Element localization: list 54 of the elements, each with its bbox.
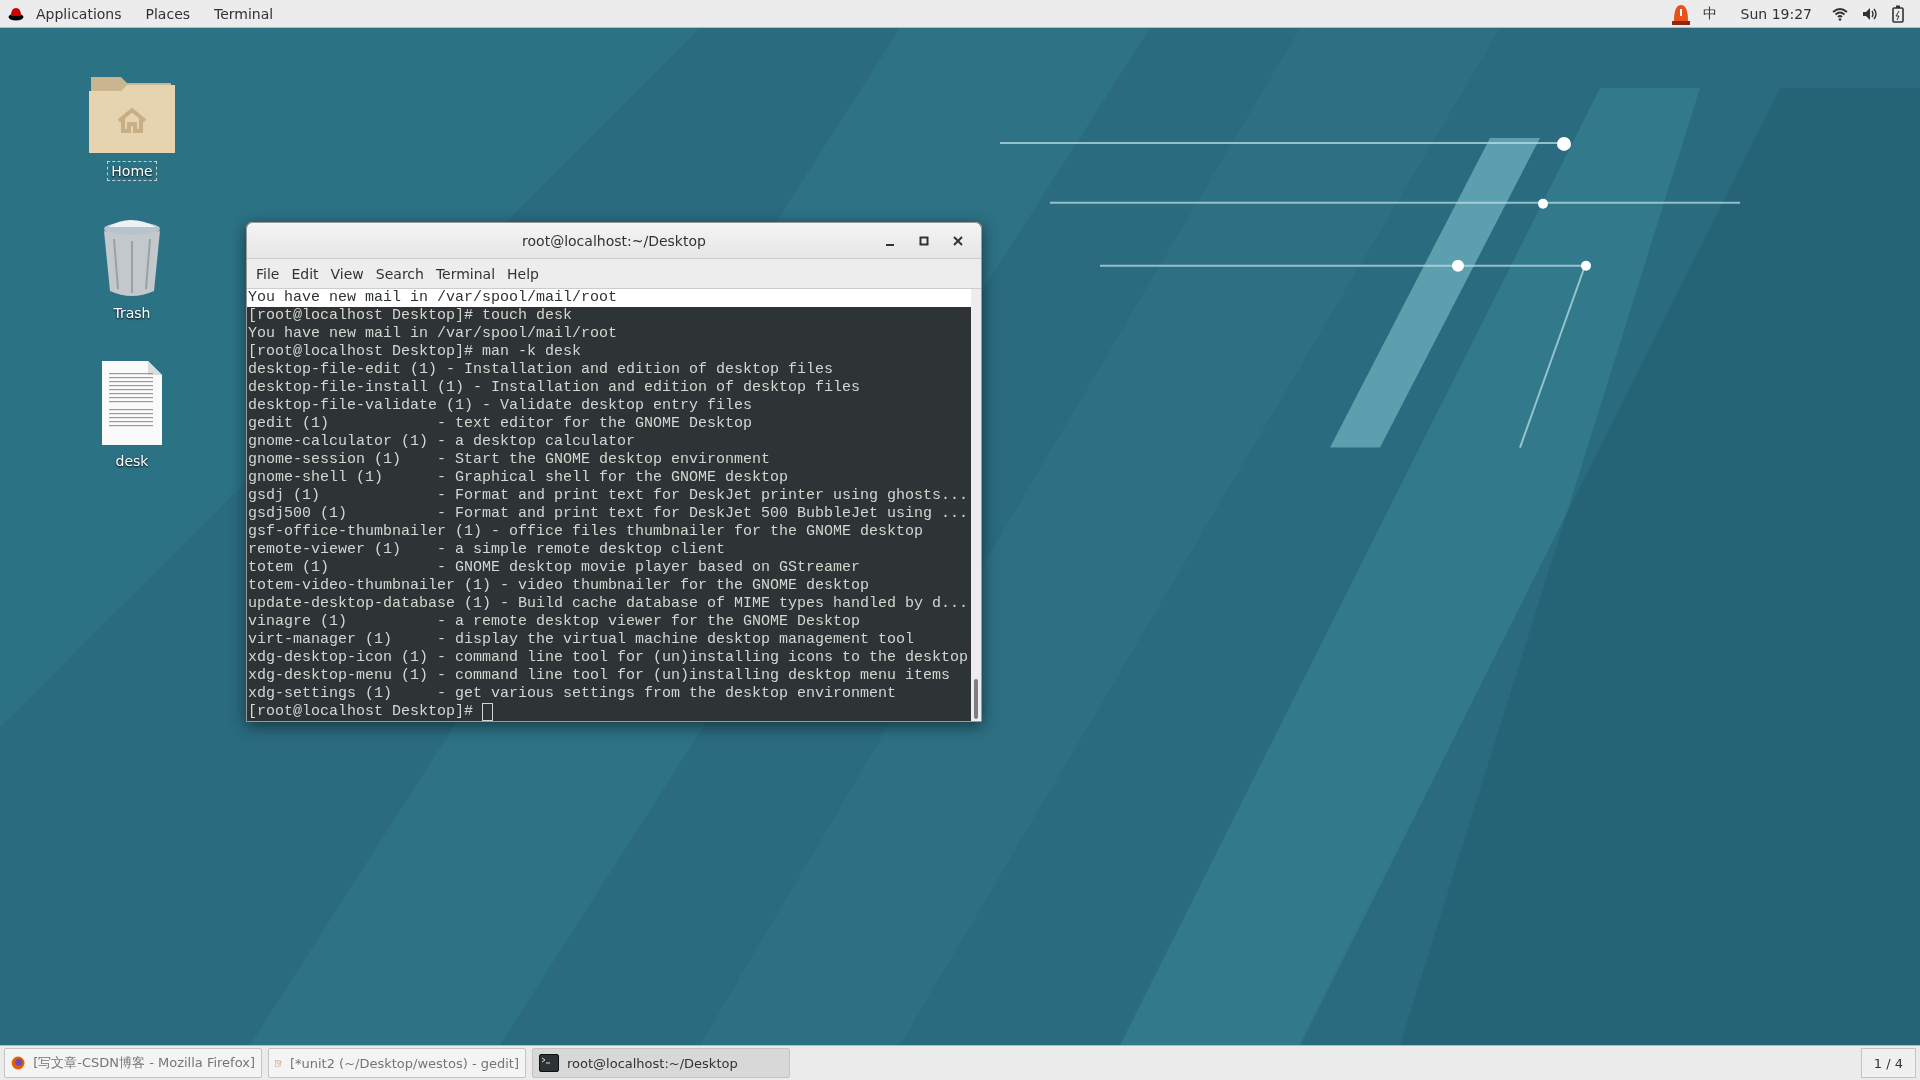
terminal-line: gsdj500 (1) - Format and print text for DeskJet 500 BubbleJet using ...: [247, 505, 970, 523]
menu-item[interactable]: View: [324, 265, 370, 282]
volume-icon[interactable]: [1862, 6, 1878, 21]
terminal-line: update-desktop-database (1) - Build cache database of MIME types handled by d...: [247, 595, 970, 613]
desktop-icon-label[interactable]: Home: [107, 161, 157, 181]
terminal-line: vinagre (1) - a remote desktop viewer for the GNOME Desktop: [247, 613, 862, 631]
taskbar-window-button[interactable]: [*unit2 (~/Desktop/westos) - gedit]: [268, 1048, 526, 1078]
terminal-line: desktop-file-validate (1) - Validate desktop entry files: [247, 397, 754, 415]
wifi-icon[interactable]: [1832, 6, 1848, 21]
desktop-icon-label[interactable]: Trash: [109, 303, 155, 323]
terminal-line: desktop-file-edit (1) - Installation and edition of desktop files: [247, 361, 835, 379]
top-menu-item[interactable]: Terminal: [202, 5, 286, 22]
terminal-line: [root@localhost Desktop]# man -k desk: [247, 343, 583, 361]
terminal-line: desktop-file-install (1) - Installation and edition of desktop files: [247, 379, 862, 397]
close-icon: [953, 235, 963, 246]
top-menu-item[interactable]: Applications: [24, 5, 134, 22]
taskbar-window-button[interactable]: root@localhost:~/Desktop: [532, 1048, 790, 1078]
hat-logo-icon: [8, 6, 24, 21]
minimize-icon: [886, 243, 894, 246]
terminal-line: xdg-desktop-icon (1) - command line tool for (un)installing icons to the desktop: [247, 649, 970, 667]
menu-item[interactable]: Terminal: [429, 265, 502, 282]
battery-icon[interactable]: [1892, 4, 1904, 23]
terminal-line: remote-viewer (1) - a simple remote desktop client: [247, 541, 727, 559]
terminal-line: xdg-settings (1) - get various settings from the desktop environment: [247, 685, 898, 703]
terminal-line: gsdj (1) - Format and print text for DeskJet printer using ghosts...: [247, 487, 970, 505]
taskbar-window-button[interactable]: [写文章-CSDN博客 - Mozilla Firefox]: [4, 1048, 262, 1078]
terminal-line: [root@localhost Desktop]# touch desk: [247, 307, 574, 325]
terminal-line: gnome-session (1) - Start the GNOME desktop environment: [247, 451, 772, 469]
workspace-indicator[interactable]: 1 / 4: [1860, 1048, 1916, 1078]
input-method-indicator[interactable]: 中: [1690, 4, 1729, 23]
terminal-prompt: [root@localhost Desktop]#: [247, 703, 474, 721]
terminal-line: virt-manager (1) - display the virtual machine desktop management tool: [247, 631, 916, 649]
menu-item[interactable]: File: [250, 265, 286, 282]
clock[interactable]: Sun 19:27: [1728, 5, 1824, 22]
terminal-line: gnome-calculator (1) - a desktop calculator: [247, 433, 637, 451]
document-icon: [102, 361, 162, 445]
scrollbar[interactable]: [971, 289, 981, 721]
terminal-icon: [539, 1054, 559, 1072]
terminal-line: gsf-office-thumbnailer (1) - office files thumbnailer for the GNOME desktop: [247, 523, 925, 541]
terminal-line: totem (1) - GNOME desktop movie player based on GStreamer: [247, 559, 862, 577]
menu-item[interactable]: Search: [369, 265, 430, 282]
terminal-line: You have new mail in /var/spool/mail/root: [247, 325, 619, 343]
maximize-icon: [919, 235, 929, 246]
top-menu-item[interactable]: Places: [133, 5, 203, 22]
window-title: root@localhost:~/Desktop: [522, 232, 706, 249]
menu-item[interactable]: Help: [501, 265, 545, 282]
terminal-line: gnome-shell (1) - Graphical shell for the GNOME desktop: [247, 469, 790, 487]
desktop-icon-label[interactable]: desk: [111, 451, 153, 471]
terminal-line: totem-video-thumbnailer (1) - video thumbnailer for the GNOME desktop: [247, 577, 871, 595]
alarm-light-icon[interactable]: [1670, 2, 1691, 25]
menu-item[interactable]: Edit: [285, 265, 325, 282]
terminal-line: xdg-desktop-menu (1) - command line tool for (un)installing desktop menu items: [247, 667, 952, 685]
text-cursor: [482, 703, 494, 721]
terminal-line: gedit (1) - text editor for the GNOME Desktop: [247, 415, 754, 433]
